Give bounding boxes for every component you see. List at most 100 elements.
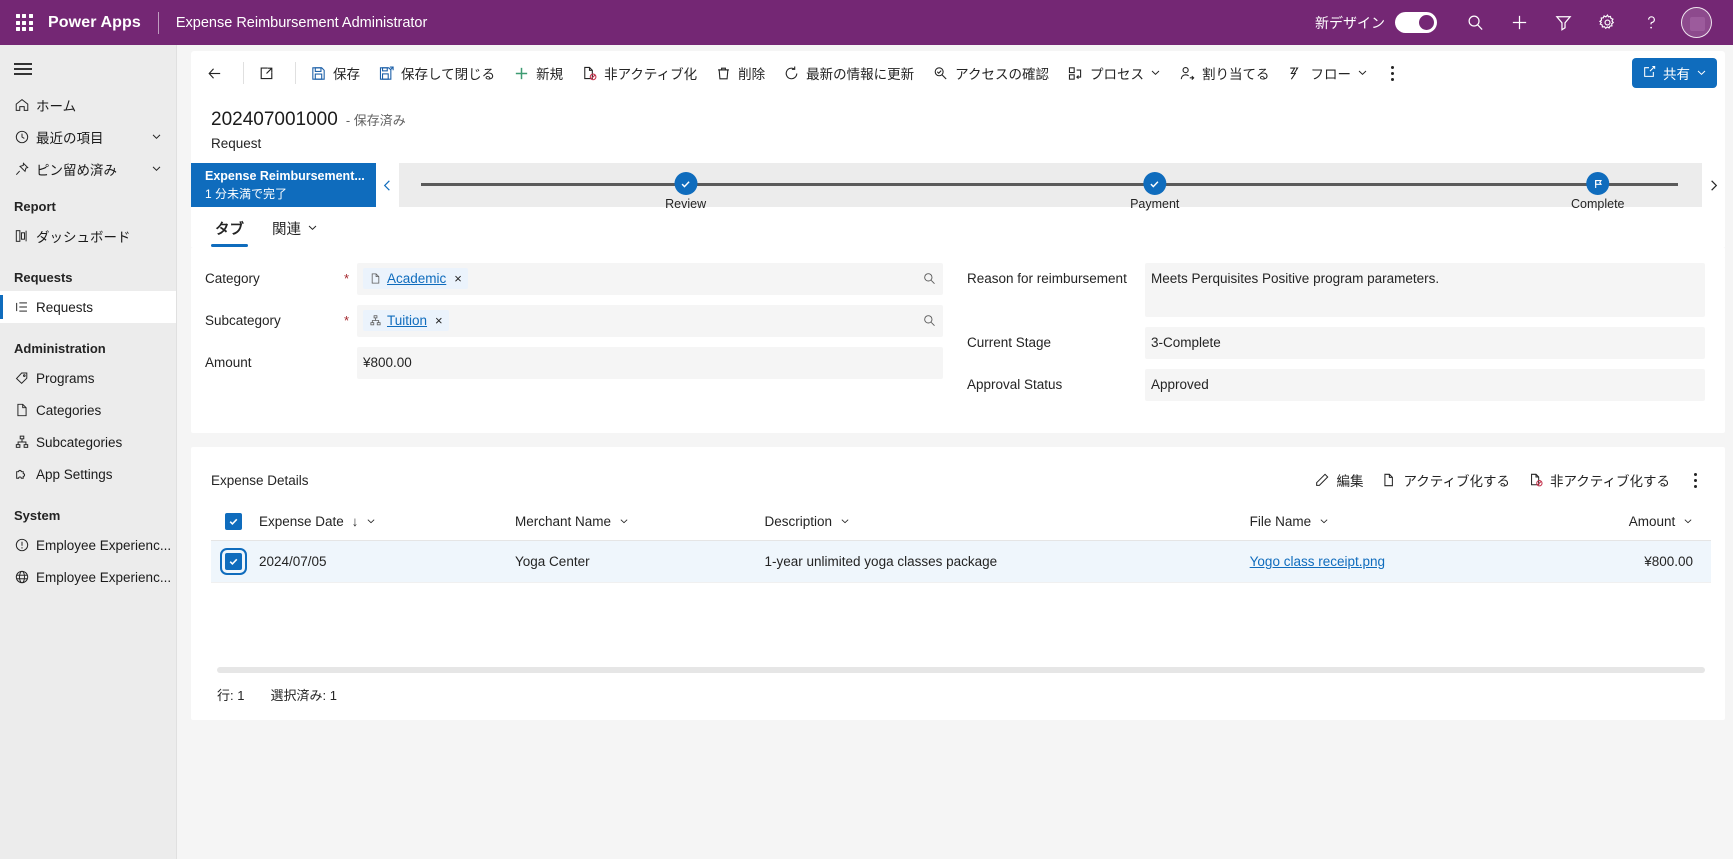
menu-icon[interactable] [0, 49, 176, 89]
process-button[interactable]: プロセス [1059, 57, 1169, 89]
sort-ascending-icon[interactable]: ↓ [352, 514, 359, 529]
bpf-previous-button[interactable] [376, 163, 399, 207]
sidebar-item-categories[interactable]: Categories [0, 394, 176, 426]
amount-input[interactable]: ¥800.00 [357, 347, 943, 379]
bpf-stage-payment[interactable]: Payment [1130, 172, 1179, 211]
search-icon[interactable] [1453, 0, 1497, 45]
sidebar-item-requests[interactable]: Requests [0, 291, 176, 323]
chevron-down-icon[interactable] [1357, 66, 1368, 81]
category-value-link[interactable]: Academic [387, 271, 446, 286]
chevron-down-icon[interactable] [307, 221, 318, 237]
bpf-stage-complete[interactable]: Complete [1571, 172, 1625, 211]
back-button[interactable] [198, 57, 237, 89]
sidebar-item-employee-experience-1[interactable]: Employee Experienc... [0, 529, 176, 561]
table-row[interactable]: 2024/07/05 Yoga Center 1-year unlimited … [211, 540, 1711, 583]
sidebar-item-home[interactable]: ホーム [0, 89, 176, 121]
search-icon[interactable] [916, 313, 937, 328]
approval-status-input[interactable]: Approved [1145, 369, 1705, 401]
check-access-button[interactable]: アクセスの確認 [924, 57, 1057, 89]
new-design-toggle[interactable] [1395, 12, 1437, 33]
save-and-close-button[interactable]: 保存して閉じる [370, 57, 503, 89]
new-button[interactable]: 新規 [505, 57, 571, 89]
app-launcher-icon[interactable] [0, 0, 48, 45]
bpf-connector-line [421, 183, 1678, 186]
avatar[interactable] [1673, 0, 1719, 45]
open-in-new-window-icon [258, 65, 275, 82]
chevron-down-icon[interactable] [151, 130, 162, 145]
sidebar-item-label: 最近の項目 [36, 131, 104, 146]
edit-button[interactable]: 編集 [1305, 465, 1372, 495]
brand-title[interactable]: Power Apps [48, 14, 158, 32]
cell-file-name: Yogo class receipt.png [1243, 540, 1536, 583]
bpf-active-stage[interactable]: Expense Reimbursement... 1 分未満で完了 [191, 163, 376, 207]
assign-button[interactable]: 割り当てる [1171, 57, 1278, 89]
tab-related[interactable]: 関連 [268, 218, 322, 247]
edit-pencil-icon [1314, 472, 1330, 488]
chevron-down-icon[interactable] [1683, 514, 1693, 529]
row-checkbox[interactable] [220, 548, 247, 575]
help-icon[interactable] [1629, 0, 1673, 45]
chevron-down-icon[interactable] [1696, 66, 1707, 81]
subcategory-lookup-input[interactable]: Tuition × [357, 305, 943, 337]
form-scroll-area[interactable]: Category * Academic × Subcategory * Tuit… [191, 247, 1725, 859]
subcategory-value-link[interactable]: Tuition [387, 313, 427, 328]
field-reason-for-reimbursement: Reason for reimbursement Meets Perquisit… [967, 263, 1705, 317]
reason-textarea[interactable]: Meets Perquisites Positive program param… [1145, 263, 1705, 317]
column-header-expense-date[interactable]: Expense Date ↓ [253, 503, 510, 541]
popout-button[interactable] [250, 57, 289, 89]
sidebar-item-pinned[interactable]: ピン留め済み [0, 153, 176, 185]
chevron-down-icon[interactable] [1319, 514, 1329, 529]
chevron-down-icon[interactable] [619, 514, 629, 529]
current-stage-input[interactable]: 3-Complete [1145, 327, 1705, 359]
tab-main[interactable]: タブ [211, 218, 248, 247]
category-lookup-input[interactable]: Academic × [357, 263, 943, 295]
share-button[interactable]: 共有 [1632, 58, 1717, 88]
refresh-button[interactable]: 最新の情報に更新 [775, 57, 922, 89]
chevron-down-icon[interactable] [151, 162, 162, 177]
back-arrow-icon [206, 65, 223, 82]
deactivate-button[interactable]: 非アクティブ化する [1519, 465, 1679, 495]
save-button[interactable]: 保存 [302, 57, 368, 89]
trash-icon [715, 65, 732, 82]
search-icon[interactable] [916, 271, 937, 286]
sidebar-item-label: Requests [36, 299, 94, 315]
form-column-left: Category * Academic × Subcategory * Tuit… [205, 263, 943, 411]
lookup-chip[interactable]: Tuition × [363, 310, 449, 331]
list-icon [14, 299, 36, 315]
lookup-chip[interactable]: Academic × [363, 268, 468, 289]
sidebar-item-dashboard[interactable]: ダッシュボード [0, 220, 176, 252]
filter-icon[interactable] [1541, 0, 1585, 45]
remove-chip-icon[interactable]: × [454, 272, 462, 285]
bpf-next-button[interactable] [1702, 163, 1725, 207]
select-all-checkbox[interactable] [225, 513, 242, 530]
column-header-description[interactable]: Description [758, 503, 1244, 541]
column-header-file-name[interactable]: File Name [1243, 503, 1536, 541]
sidebar-item-recent[interactable]: 最近の項目 [0, 121, 176, 153]
delete-button[interactable]: 削除 [707, 57, 773, 89]
settings-gear-icon[interactable] [1585, 0, 1629, 45]
sidebar-item-employee-experience-2[interactable]: Employee Experienc... [0, 561, 176, 593]
sidebar-item-programs[interactable]: Programs [0, 362, 176, 394]
deactivate-button[interactable]: 非アクティブ化 [573, 57, 705, 89]
column-header-merchant-name[interactable]: Merchant Name [509, 503, 759, 541]
app-name[interactable]: Expense Reimbursement Administrator [159, 15, 427, 31]
row-count-label: 行: 1 [217, 688, 245, 703]
more-options-icon[interactable] [1377, 57, 1409, 89]
add-icon[interactable] [1497, 0, 1541, 45]
sidebar-item-subcategories[interactable]: Subcategories [0, 426, 176, 458]
remove-chip-icon[interactable]: × [435, 314, 443, 327]
pin-icon [14, 161, 36, 177]
more-options-icon[interactable] [1679, 464, 1711, 496]
command-label: 割り当てる [1201, 67, 1270, 82]
file-name-link[interactable]: Yogo class receipt.png [1250, 554, 1385, 569]
chevron-down-icon[interactable] [1150, 66, 1161, 81]
form-column-right: Reason for reimbursement Meets Perquisit… [967, 263, 1705, 411]
flow-button[interactable]: フロー [1279, 57, 1376, 89]
column-header-amount[interactable]: Amount [1535, 503, 1711, 541]
bpf-stage-review[interactable]: Review [665, 172, 706, 211]
chevron-down-icon[interactable] [366, 514, 376, 529]
activate-button[interactable]: アクティブ化する [1372, 465, 1519, 495]
chevron-down-icon[interactable] [840, 514, 850, 529]
expense-details-subgrid: Expense Details 編集 アクティブ化する 非アクティブ化する Ex… [191, 447, 1725, 720]
sidebar-item-app-settings[interactable]: App Settings [0, 458, 176, 490]
